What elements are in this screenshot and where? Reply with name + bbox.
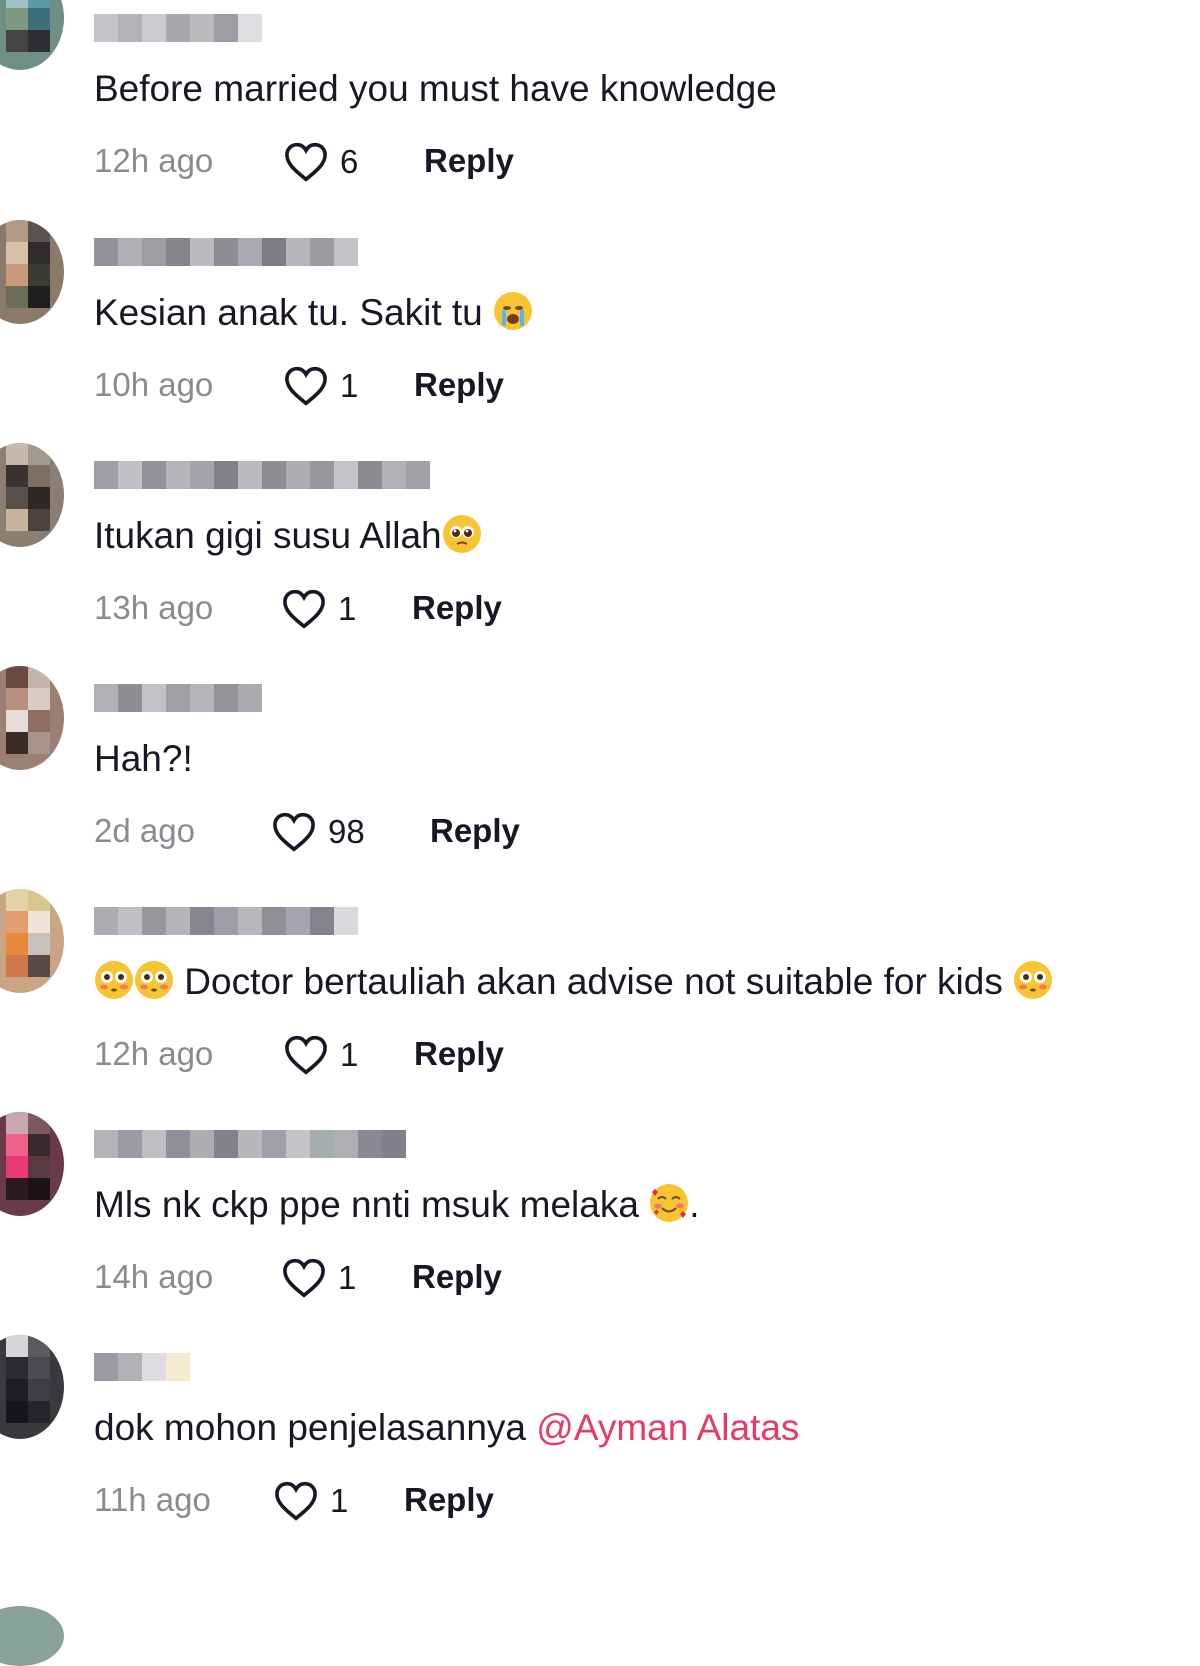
comment-text: Before married you must have knowledge xyxy=(94,68,777,109)
like-count: 1 xyxy=(330,1482,349,1519)
like-count: 1 xyxy=(338,590,357,627)
avatar[interactable] xyxy=(0,1112,64,1216)
mention-link[interactable]: @Ayman Alatas xyxy=(536,1407,799,1448)
heart-icon xyxy=(273,812,315,852)
avatar[interactable] xyxy=(0,1606,64,1666)
heart-icon xyxy=(283,1258,325,1298)
flushed-face-icon xyxy=(1014,961,1053,999)
like-count: 1 xyxy=(340,367,359,404)
heart-icon xyxy=(275,1481,317,1521)
pleading-face-icon xyxy=(442,515,481,553)
comment-time: 13h ago xyxy=(94,589,214,626)
avatar[interactable] xyxy=(0,666,64,770)
like-button[interactable]: 1 xyxy=(284,1033,358,1077)
comment-item: dok mohon penjelasannya @Ayman Alatas 11… xyxy=(0,1335,1200,1555)
username-blurred[interactable] xyxy=(94,1130,406,1158)
username-blurred[interactable] xyxy=(94,238,358,266)
username-blurred[interactable] xyxy=(94,461,430,489)
comment-item: Doctor bertauliah akan advise not suitab… xyxy=(0,889,1200,1109)
comment-text: dok mohon penjelasannya @Ayman Alatas xyxy=(94,1407,800,1448)
heart-icon xyxy=(285,366,327,406)
comment-time: 12h ago xyxy=(94,142,214,179)
like-count: 1 xyxy=(340,1036,359,1073)
flushed-face-icon xyxy=(95,961,133,999)
heart-icon xyxy=(285,1035,327,1075)
avatar[interactable] xyxy=(0,889,64,993)
reply-button[interactable]: Reply xyxy=(414,362,504,408)
reply-button[interactable]: Reply xyxy=(412,1254,502,1300)
username-blurred[interactable] xyxy=(94,684,262,712)
reply-button[interactable]: Reply xyxy=(412,585,502,631)
avatar[interactable] xyxy=(0,443,64,547)
flushed-face-icon xyxy=(135,961,173,999)
like-button[interactable]: 1 xyxy=(282,587,356,631)
comment-text: Doctor bertauliah akan advise not suitab… xyxy=(94,959,1053,1005)
like-button[interactable]: 1 xyxy=(274,1479,348,1523)
comment-time: 11h ago xyxy=(94,1481,211,1518)
comment-text: Itukan gigi susu Allah xyxy=(94,513,482,559)
like-count: 6 xyxy=(340,143,359,180)
comment-item: Hah?! 2d ago 98 Reply xyxy=(0,666,1200,886)
comment-item: Mls nk ckp ppe nnti msuk melaka . 14h ag… xyxy=(0,1112,1200,1332)
reply-button[interactable]: Reply xyxy=(424,138,514,184)
heart-icon xyxy=(285,142,327,182)
heart-icon xyxy=(283,589,325,629)
comment-time: 2d ago xyxy=(94,812,195,849)
comment-time: 10h ago xyxy=(94,366,214,403)
username-blurred[interactable] xyxy=(94,907,358,935)
like-button[interactable]: 98 xyxy=(272,810,365,854)
like-count: 98 xyxy=(328,813,365,850)
avatar[interactable] xyxy=(0,220,64,324)
reply-button[interactable]: Reply xyxy=(414,1031,504,1077)
comment-item: Itukan gigi susu Allah 13h ago 1 Reply xyxy=(0,443,1200,663)
smiling-face-with-hearts-icon xyxy=(650,1184,689,1222)
comment-item: Kesian anak tu. Sakit tu 10h ago 1 Reply xyxy=(0,220,1200,440)
like-button[interactable]: 6 xyxy=(284,140,358,184)
loudly-crying-face-icon xyxy=(494,292,533,330)
comment-item: Before married you must have knowledge 1… xyxy=(0,0,1200,216)
comment-time: 12h ago xyxy=(94,1035,214,1072)
like-button[interactable]: 1 xyxy=(282,1256,356,1300)
avatar[interactable] xyxy=(0,0,64,70)
comment-text: Kesian anak tu. Sakit tu xyxy=(94,290,533,336)
avatar[interactable] xyxy=(0,1335,64,1439)
reply-button[interactable]: Reply xyxy=(430,808,520,854)
like-button[interactable]: 1 xyxy=(284,364,358,408)
comment-text: Mls nk ckp ppe nnti msuk melaka . xyxy=(94,1184,700,1225)
comment-text: Hah?! xyxy=(94,738,193,779)
like-count: 1 xyxy=(338,1259,357,1296)
reply-button[interactable]: Reply xyxy=(404,1477,494,1523)
username-blurred[interactable] xyxy=(94,14,262,42)
comment-time: 14h ago xyxy=(94,1258,214,1295)
username-blurred[interactable] xyxy=(94,1353,190,1381)
